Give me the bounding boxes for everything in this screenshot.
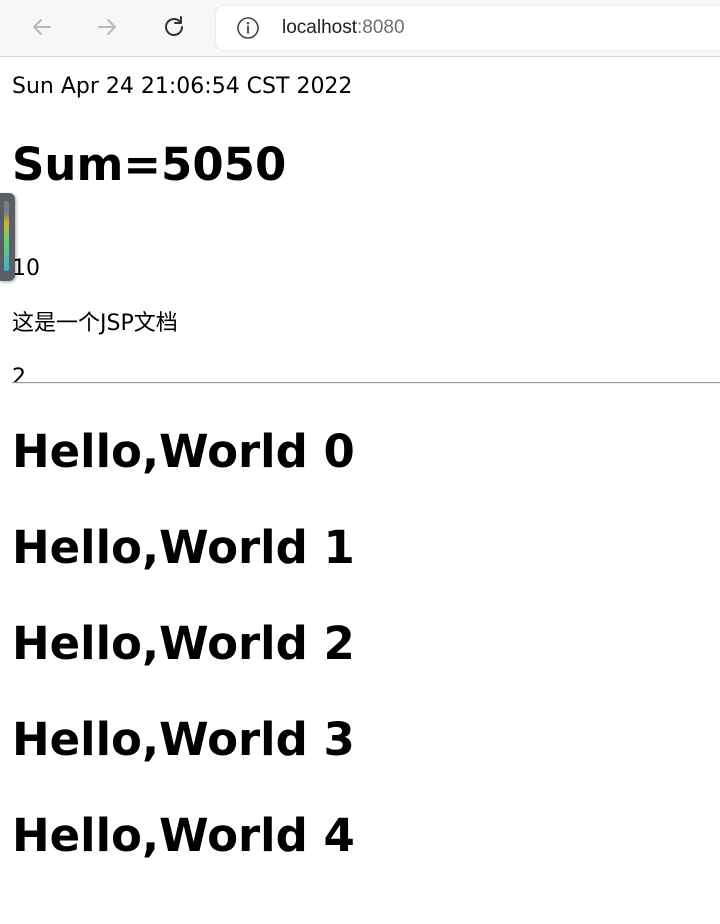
text-line: 2 (12, 365, 26, 390)
address-bar[interactable]: localhost:8080 (216, 6, 720, 50)
text-line: 这是一个JSP文档 (12, 311, 178, 336)
audio-meter-icon (4, 201, 9, 271)
arrow-left-icon (33, 19, 51, 35)
hello-heading: Hello,World 1 (12, 521, 355, 574)
text-line: 10 (12, 256, 40, 281)
reload-icon (165, 16, 183, 36)
url-port: :8080 (357, 17, 405, 38)
sum-heading: Sum=5050 (12, 138, 287, 191)
url-text[interactable]: localhost:8080 (282, 17, 405, 39)
reload-button[interactable] (156, 9, 192, 45)
horizontal-rule (12, 382, 720, 384)
hello-heading: Hello,World 0 (12, 425, 355, 478)
browser-toolbar: localhost:8080 (0, 0, 720, 57)
hello-heading: Hello,World 4 (12, 809, 355, 862)
arrow-right-icon (98, 19, 116, 35)
hello-heading: Hello,World 2 (12, 617, 355, 670)
url-host: localhost (282, 17, 357, 38)
info-circle-icon[interactable] (236, 16, 260, 40)
side-widget-tab[interactable] (0, 193, 15, 281)
back-button[interactable] (24, 9, 60, 45)
date-text: Sun Apr 24 21:06:54 CST 2022 (12, 74, 353, 99)
hello-heading: Hello,World 3 (12, 713, 355, 766)
forward-button[interactable] (89, 9, 125, 45)
